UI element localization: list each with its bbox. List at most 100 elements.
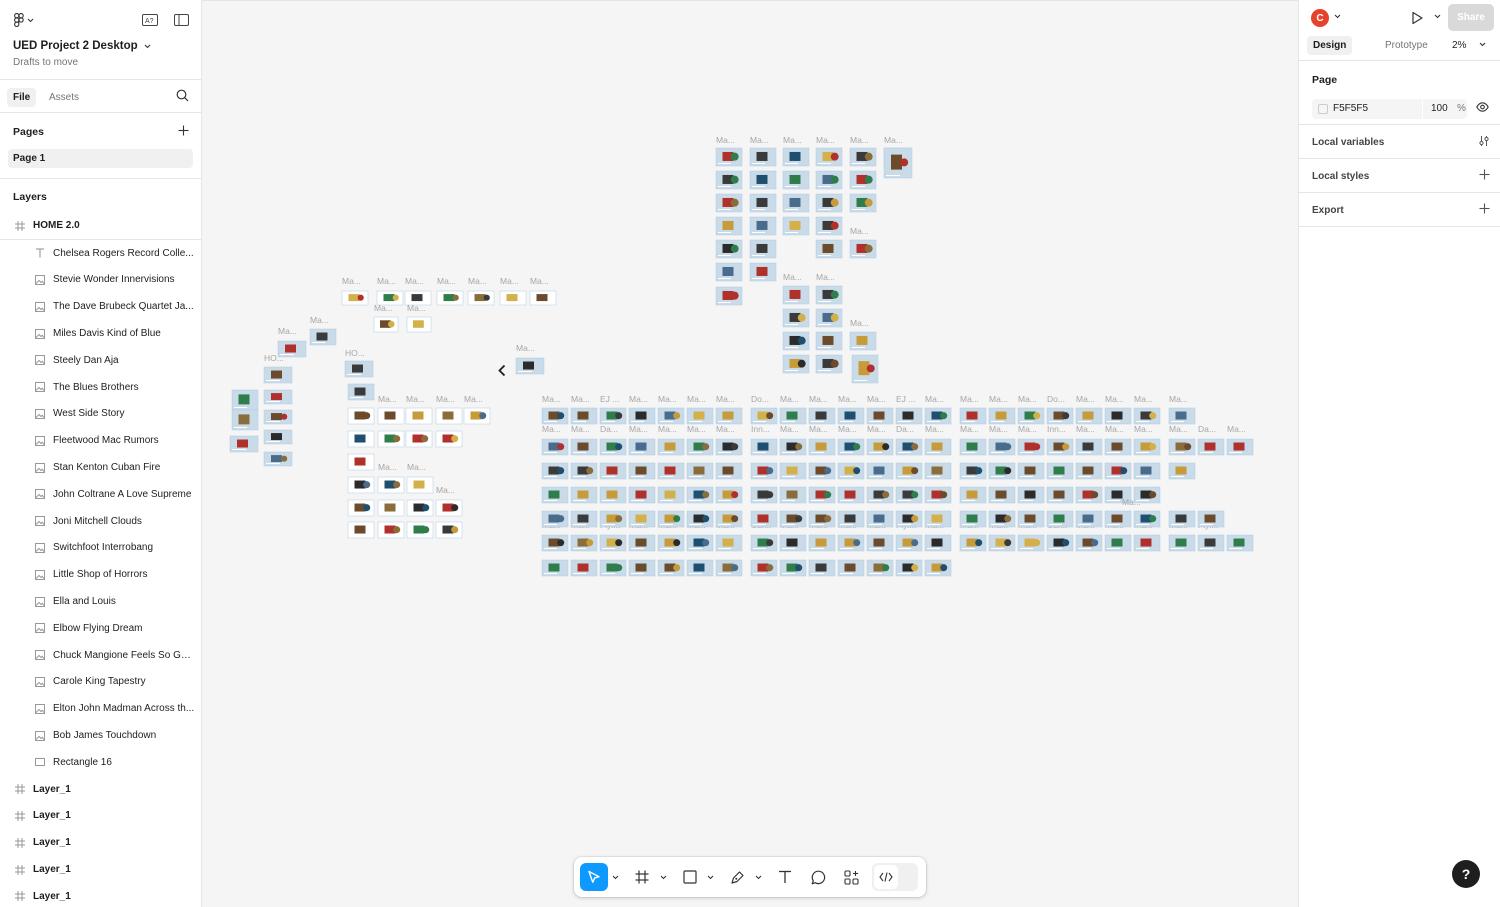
- frame-thumbnail[interactable]: [815, 308, 843, 328]
- frame-thumbnail[interactable]: [715, 559, 743, 577]
- frame-thumbnail[interactable]: [341, 290, 369, 306]
- frame-thumbnail[interactable]: [815, 285, 843, 305]
- frame-thumbnail[interactable]: [435, 430, 463, 448]
- frame-thumbnail[interactable]: [541, 486, 569, 504]
- frame-thumbnail[interactable]: [849, 239, 877, 259]
- frame-thumbnail[interactable]: [263, 409, 293, 425]
- frame-thumbnail[interactable]: [377, 430, 405, 448]
- frame-thumbnail[interactable]: [1133, 534, 1161, 552]
- frame-thumbnail[interactable]: [895, 407, 923, 425]
- frame-thumbnail[interactable]: [347, 407, 375, 425]
- frame-thumbnail[interactable]: [599, 534, 627, 552]
- frame-thumbnail[interactable]: [808, 510, 836, 528]
- frame-thumbnail[interactable]: [231, 389, 259, 411]
- frame-thumbnail[interactable]: [1075, 438, 1103, 456]
- layer-row[interactable]: Steely Dan Aja: [0, 347, 201, 374]
- share-button[interactable]: Share: [1448, 4, 1494, 31]
- layer-row[interactable]: Bob James Touchdown: [0, 722, 201, 749]
- frame-thumbnail[interactable]: [628, 559, 656, 577]
- frame-thumbnail[interactable]: [1104, 438, 1132, 456]
- frame-thumbnail[interactable]: [1075, 510, 1103, 528]
- frame-thumbnail[interactable]: [749, 193, 777, 213]
- frame-thumbnail[interactable]: [749, 262, 777, 282]
- frame-thumbnail[interactable]: [866, 438, 894, 456]
- frame-thumbnail[interactable]: [988, 486, 1016, 504]
- frame-thumbnail[interactable]: [515, 357, 545, 375]
- frame-thumbnail[interactable]: [344, 360, 374, 378]
- frame-thumbnail[interactable]: [715, 193, 743, 213]
- page-item[interactable]: Page 1: [8, 149, 193, 168]
- frame-thumbnail[interactable]: [715, 534, 743, 552]
- frame-thumbnail[interactable]: [988, 462, 1016, 480]
- dev-mode-toggle[interactable]: [872, 863, 918, 891]
- frame-thumbnail[interactable]: [1168, 462, 1196, 480]
- frame-thumbnail[interactable]: [715, 286, 743, 306]
- frame-thumbnail[interactable]: [686, 462, 714, 480]
- frame-thumbnail[interactable]: [435, 499, 463, 517]
- frame-thumbnail[interactable]: [347, 499, 375, 517]
- layer-frame[interactable]: Layer_1: [0, 856, 201, 883]
- frame-thumbnail[interactable]: [229, 435, 259, 453]
- frame-thumbnail[interactable]: [837, 407, 865, 425]
- frame-thumbnail[interactable]: [1046, 534, 1074, 552]
- frame-thumbnail[interactable]: [959, 438, 987, 456]
- layer-row[interactable]: Elbow Flying Dream: [0, 615, 201, 642]
- frame-thumbnail[interactable]: [779, 510, 807, 528]
- frame-thumbnail[interactable]: [750, 559, 778, 577]
- frame-thumbnail[interactable]: [1133, 462, 1161, 480]
- frame-thumbnail[interactable]: [988, 534, 1016, 552]
- local-variables-section[interactable]: Local variables: [1299, 124, 1500, 158]
- frame-thumbnail[interactable]: [686, 510, 714, 528]
- frame-thumbnail[interactable]: [779, 462, 807, 480]
- layer-row[interactable]: Miles Davis Kind of Blue: [0, 320, 201, 347]
- frame-thumbnail[interactable]: [686, 559, 714, 577]
- frame-thumbnail[interactable]: [988, 407, 1016, 425]
- opacity-value[interactable]: 100: [1431, 103, 1448, 114]
- frame-thumbnail[interactable]: [815, 331, 843, 351]
- avatar[interactable]: C: [1311, 9, 1329, 27]
- frame-thumbnail[interactable]: [405, 430, 433, 448]
- layer-row[interactable]: John Coltrane A Love Supreme: [0, 481, 201, 508]
- frame-thumbnail[interactable]: [1017, 534, 1045, 552]
- tab-file[interactable]: File: [7, 88, 37, 107]
- frame-thumbnail[interactable]: [866, 534, 894, 552]
- frame-thumbnail[interactable]: [715, 486, 743, 504]
- comment-tool-button[interactable]: [808, 863, 828, 891]
- variables-icon-button[interactable]: [1478, 135, 1490, 150]
- frame-thumbnail[interactable]: [373, 316, 399, 333]
- color-swatch[interactable]: [1318, 104, 1328, 114]
- frame-thumbnail[interactable]: [657, 534, 685, 552]
- frame-thumbnail[interactable]: [895, 462, 923, 480]
- frame-thumbnail[interactable]: [570, 534, 598, 552]
- frame-thumbnail[interactable]: [959, 510, 987, 528]
- frame-thumbnail[interactable]: [1104, 534, 1132, 552]
- frame-thumbnail[interactable]: [749, 216, 777, 236]
- frame-thumbnail[interactable]: [657, 510, 685, 528]
- frame-thumbnail[interactable]: [406, 476, 434, 494]
- frame-thumbnail[interactable]: [435, 407, 463, 425]
- frame-thumbnail[interactable]: [924, 486, 952, 504]
- frame-thumbnail[interactable]: [749, 147, 777, 167]
- layer-row[interactable]: Stan Kenton Cuban Fire: [0, 454, 201, 481]
- frame-thumbnail[interactable]: [849, 331, 877, 351]
- frame-thumbnail[interactable]: [599, 462, 627, 480]
- frame-thumbnail[interactable]: [377, 499, 405, 517]
- frame-thumbnail[interactable]: [686, 438, 714, 456]
- frame-thumbnail[interactable]: [715, 170, 743, 190]
- frame-thumbnail[interactable]: [715, 262, 743, 282]
- chevron-down-icon[interactable]: [755, 875, 762, 880]
- frame-thumbnail[interactable]: [347, 430, 375, 448]
- frame-thumbnail[interactable]: [750, 438, 778, 456]
- frame-thumbnail[interactable]: [837, 438, 865, 456]
- frame-thumbnail[interactable]: [815, 170, 843, 190]
- frame-thumbnail[interactable]: [782, 147, 810, 167]
- frame-thumbnail[interactable]: [849, 170, 877, 190]
- frame-thumbnail[interactable]: [715, 407, 743, 425]
- frame-thumbnail[interactable]: [1046, 486, 1074, 504]
- chevron-down-icon[interactable]: [707, 875, 714, 880]
- frame-thumbnail[interactable]: [782, 170, 810, 190]
- frame-thumbnail[interactable]: [406, 316, 432, 333]
- frame-thumbnail[interactable]: [988, 438, 1016, 456]
- frame-thumbnail[interactable]: [1104, 407, 1132, 425]
- frame-thumbnail[interactable]: [895, 486, 923, 504]
